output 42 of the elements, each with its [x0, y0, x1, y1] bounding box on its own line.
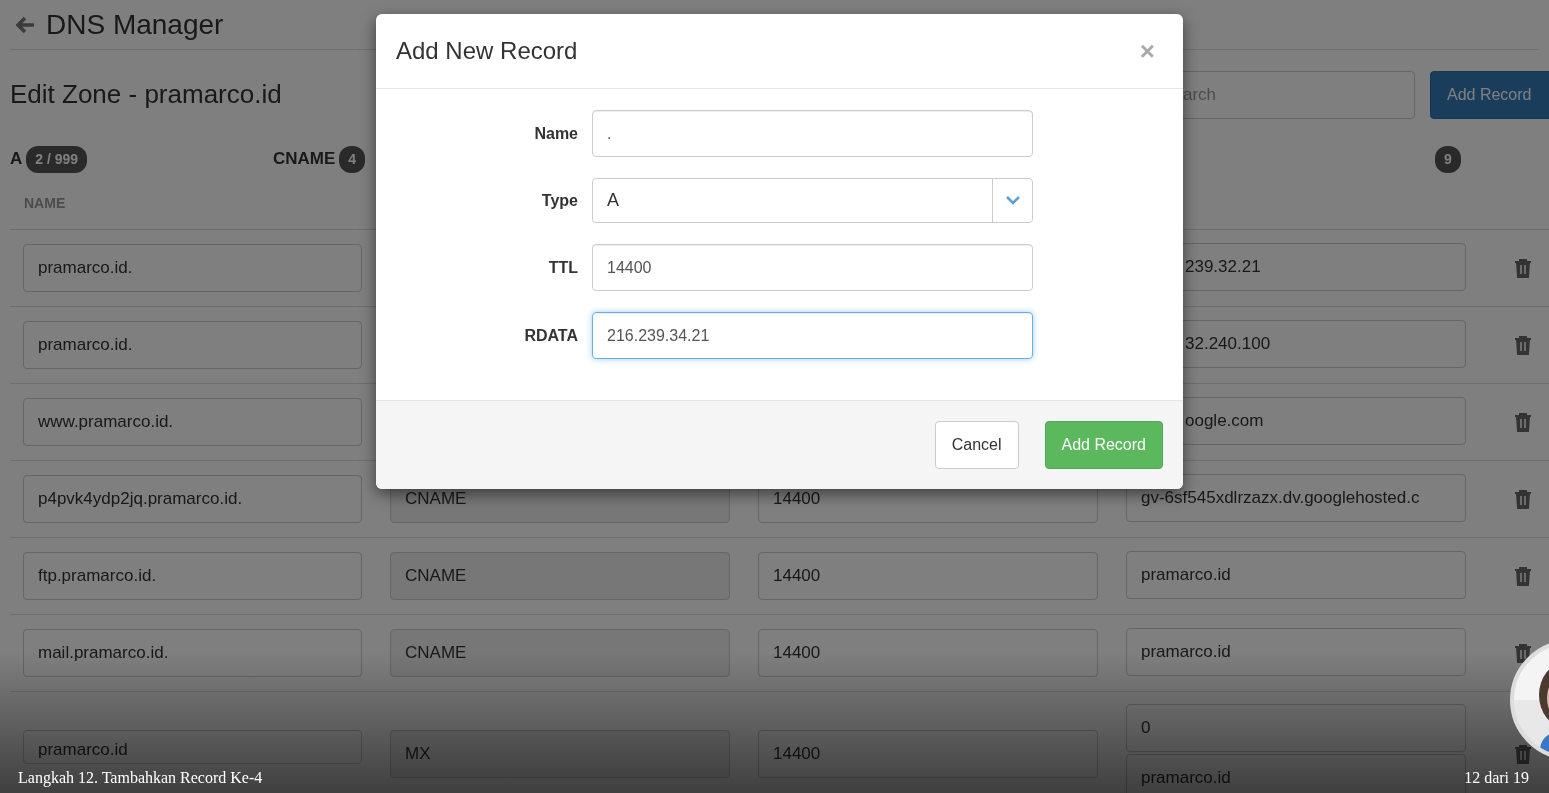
name-field[interactable]: pramarco.id.: [23, 244, 362, 292]
field-label: Name: [533, 123, 578, 144]
name-field[interactable]: ftp.pramarco.id.: [23, 552, 362, 600]
ttl-field[interactable]: 14400: [758, 629, 1098, 677]
field-label: Type: [540, 190, 578, 211]
field-label: RDATA: [523, 325, 578, 346]
rdata-field[interactable]: 0: [1126, 704, 1466, 752]
field-label: TTL: [547, 257, 578, 278]
record-count-pill: 2 / 999: [26, 145, 88, 173]
trash-icon[interactable]: [1513, 643, 1532, 663]
caption-text: Langkah 12. Tambahkan Record Ke-4: [18, 768, 263, 789]
cancel-button[interactable]: Cancel: [934, 421, 1019, 469]
record-count-pill: 9: [1435, 145, 1461, 173]
back-arrow-icon[interactable]: [16, 15, 36, 34]
type-field: CNAME: [390, 629, 730, 677]
close-button[interactable]: ×: [1139, 38, 1155, 64]
input-field[interactable]: 14400: [592, 244, 1033, 291]
name-field[interactable]: pramarco.id: [23, 730, 362, 764]
chevron-down-icon: [1005, 196, 1020, 205]
add-record-button[interactable]: Add Record: [1430, 71, 1549, 119]
name-field[interactable]: pramarco.id.: [23, 321, 362, 369]
slide-counter: 12 dari 19: [1464, 768, 1529, 788]
name-field[interactable]: mail.pramarco.id.: [23, 629, 362, 677]
type-field: CNAME: [390, 552, 730, 600]
zone-title: Edit Zone - pramarco.id: [10, 79, 282, 111]
record-type-label: CNAME: [273, 148, 336, 171]
record-count-pill: 4: [339, 145, 366, 173]
page-title: DNS Manager: [46, 7, 224, 42]
modal-title: Add New Record: [396, 36, 578, 66]
rdata-field[interactable]: pramarco.id: [1126, 628, 1466, 676]
type-field: MX: [390, 730, 730, 778]
rdata-field[interactable]: gv-6sf545xdlrzazx.dv.googlehosted.c: [1126, 474, 1466, 522]
name-field[interactable]: p4pvk4ydp2jq.pramarco.id.: [23, 475, 362, 523]
input-field[interactable]: 216.239.34.21: [592, 312, 1033, 359]
name-field[interactable]: www.pramarco.id.: [23, 398, 362, 446]
input-field[interactable]: .: [592, 110, 1033, 157]
add-record-button[interactable]: Add Record: [1044, 421, 1163, 469]
rdata-field[interactable]: pramarco.id: [1126, 551, 1466, 599]
ttl-field[interactable]: 14400: [758, 552, 1098, 600]
record-type-label: A: [10, 148, 23, 171]
type-select[interactable]: A: [592, 178, 1033, 223]
ttl-field[interactable]: 14400: [758, 730, 1098, 778]
